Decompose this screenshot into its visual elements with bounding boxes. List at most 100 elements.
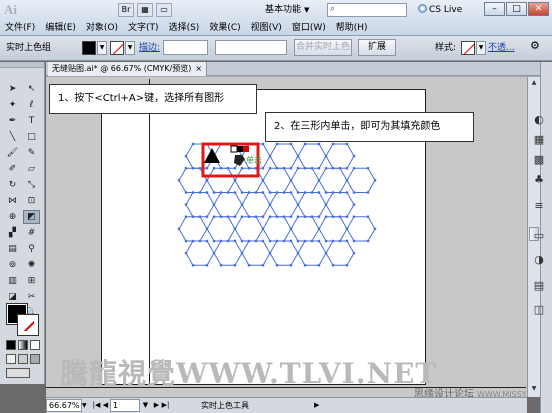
last-artboard-icon[interactable]: ▶|	[161, 399, 170, 412]
zoom-dropdown-icon[interactable]: ▼	[82, 399, 90, 412]
scroll-down-icon[interactable]: ▼	[529, 384, 539, 394]
menu-view[interactable]: 视图(V)	[246, 21, 287, 35]
color-mode-buttons	[6, 340, 40, 350]
artboard-tool-icon[interactable]: ⊞	[23, 274, 40, 288]
pencil-tool-icon[interactable]: ✎	[23, 146, 40, 160]
artboard-number-field[interactable]: 1	[110, 399, 140, 412]
help-search-input[interactable]: ⌕	[327, 3, 407, 17]
menu-edit[interactable]: 编辑(E)	[40, 21, 81, 35]
slice-tool-icon[interactable]: ◪	[4, 290, 21, 304]
menu-file[interactable]: 文件(F)	[0, 21, 40, 35]
menu-object[interactable]: 对象(O)	[81, 21, 123, 35]
close-tab-icon[interactable]: ×	[195, 64, 202, 73]
eyedropper-tool-icon[interactable]: ⚲	[23, 242, 40, 256]
change-screen-mode-icon[interactable]	[6, 368, 30, 378]
menu-effect[interactable]: 效果(C)	[204, 21, 245, 35]
gradient-tool-icon[interactable]: ▤	[4, 242, 21, 256]
width-tool-icon[interactable]: ⋈	[4, 194, 21, 208]
menu-type[interactable]: 文字(T)	[123, 21, 164, 35]
scroll-up-icon[interactable]: ▲	[529, 78, 539, 88]
color-panel-icon[interactable]: ◐	[528, 112, 550, 128]
live-paint-bucket-tool-icon[interactable]: ◩	[23, 210, 40, 224]
zoom-level-field[interactable]: 66.67%	[46, 399, 82, 412]
stroke-dropdown[interactable]: ▼	[125, 41, 135, 55]
document-tab-title: 无缝贴图.ai* @ 66.67% (CMYK/预览)	[52, 64, 192, 73]
magic-wand-tool-icon[interactable]: ✦	[4, 98, 21, 112]
shape-builder-tool-icon[interactable]: ⊕	[4, 210, 21, 224]
artboard-dropdown-icon[interactable]: ▼	[141, 399, 150, 412]
menu-select[interactable]: 选择(S)	[164, 21, 205, 35]
style-label: 样式:	[435, 43, 457, 53]
document-tab[interactable]: 无缝贴图.ai* @ 66.67% (CMYK/预览) ×	[48, 62, 208, 76]
bridge-icon[interactable]: Br	[118, 3, 134, 17]
symbol-sprayer-tool-icon[interactable]: ✺	[23, 258, 40, 272]
options-icon[interactable]: ⚙	[530, 40, 540, 52]
free-transform-tool-icon[interactable]: ⊡	[23, 194, 40, 208]
scissors-tool-icon[interactable]: ✂	[23, 290, 40, 304]
color-guide-panel-icon[interactable]: ▦	[528, 132, 550, 148]
workspace-switcher[interactable]: 基本功能 ▼	[265, 4, 309, 16]
cs-live-button[interactable]: CS Live	[418, 4, 462, 16]
gradient-panel-icon[interactable]: ▭	[528, 228, 550, 244]
draw-inside-icon[interactable]	[30, 354, 40, 364]
type-tool-icon[interactable]: T	[23, 114, 40, 128]
rotate-tool-icon[interactable]: ↻	[4, 178, 21, 192]
stroke-panel-icon[interactable]: ≡	[528, 198, 550, 214]
draw-normal-icon[interactable]	[6, 354, 16, 364]
direct-selection-tool-icon[interactable]: ↖	[23, 82, 40, 96]
fill-swatch[interactable]	[82, 41, 96, 55]
blend-tool-icon[interactable]: ⊚	[4, 258, 21, 272]
fill-dropdown[interactable]: ▼	[97, 41, 107, 55]
stroke-swatch[interactable]	[110, 41, 124, 55]
draw-behind-icon[interactable]	[18, 354, 28, 364]
gradient-mode-icon[interactable]	[18, 340, 28, 350]
paintbrush-tool-icon[interactable]: 🖌	[4, 146, 21, 160]
symbols-panel-icon[interactable]: ♣	[528, 172, 550, 188]
menu-window[interactable]: 窗口(W)	[287, 21, 331, 35]
eraser-tool-icon[interactable]: ▱	[23, 162, 40, 176]
selection-tool-icon[interactable]: ➤	[4, 82, 21, 96]
style-dropdown[interactable]: ▼	[476, 41, 486, 55]
step1-callout: 1、按下<Ctrl+A>键，选择所有图形	[49, 84, 257, 114]
variable-width-field[interactable]	[215, 40, 287, 55]
opacity-link[interactable]: 不透...	[488, 42, 515, 54]
stroke-label[interactable]: 描边:	[139, 42, 160, 54]
next-artboard-icon[interactable]: ▶	[152, 399, 161, 412]
pen-tool-icon[interactable]: ✒	[4, 114, 21, 128]
line-tool-icon[interactable]: ╲	[4, 130, 21, 144]
rectangle-tool-icon[interactable]: □	[23, 130, 40, 144]
panel-grip[interactable]	[0, 62, 44, 68]
arrange-documents-icon[interactable]: ▦	[137, 3, 153, 17]
appearance-panel-icon[interactable]: ▤	[528, 278, 550, 294]
document-tab-bar: 无缝贴图.ai* @ 66.67% (CMYK/预览) ×	[46, 62, 540, 76]
window-controls: – □ ✕	[484, 2, 549, 16]
stroke-color-box[interactable]	[17, 314, 39, 336]
mesh-tool-icon[interactable]: #	[23, 226, 40, 240]
prev-artboard-icon[interactable]: ◀	[101, 399, 110, 412]
lasso-tool-icon[interactable]: ℓ	[23, 98, 40, 112]
screen-mode-icon[interactable]: ▭	[156, 3, 172, 17]
none-mode-icon[interactable]	[30, 340, 40, 350]
column-graph-tool-icon[interactable]: ▥	[4, 274, 21, 288]
perspective-grid-tool-icon[interactable]: ▞	[4, 226, 21, 240]
maximize-button[interactable]: □	[506, 2, 527, 16]
first-artboard-icon[interactable]: |◀	[92, 399, 101, 412]
chevron-down-icon: ▼	[304, 6, 310, 14]
cs-live-icon	[418, 4, 427, 13]
status-bar: 66.67% ▼ |◀ ◀ 1 ▼ ▶ ▶| 实时上色工具 ▶	[46, 397, 527, 413]
swatches-panel-icon[interactable]: ▩	[528, 152, 550, 168]
scale-tool-icon[interactable]: ⤡	[23, 178, 40, 192]
color-mode-icon[interactable]	[6, 340, 16, 350]
stroke-weight-field[interactable]	[163, 40, 208, 55]
status-menu-icon[interactable]: ▶	[314, 399, 319, 412]
blob-brush-tool-icon[interactable]: ✐	[4, 162, 21, 176]
layers-panel-icon[interactable]: ◫	[528, 302, 550, 318]
expand-button[interactable]: 扩展	[358, 39, 396, 56]
close-button[interactable]: ✕	[528, 2, 549, 16]
screen-mode-buttons	[6, 368, 40, 378]
minimize-button[interactable]: –	[484, 2, 505, 16]
menu-help[interactable]: 帮助(H)	[331, 21, 373, 35]
transparency-panel-icon[interactable]: ◑	[528, 252, 550, 268]
merge-live-paint-button[interactable]: 合并实时上色	[294, 39, 352, 56]
graphic-style-swatch[interactable]	[461, 41, 475, 55]
